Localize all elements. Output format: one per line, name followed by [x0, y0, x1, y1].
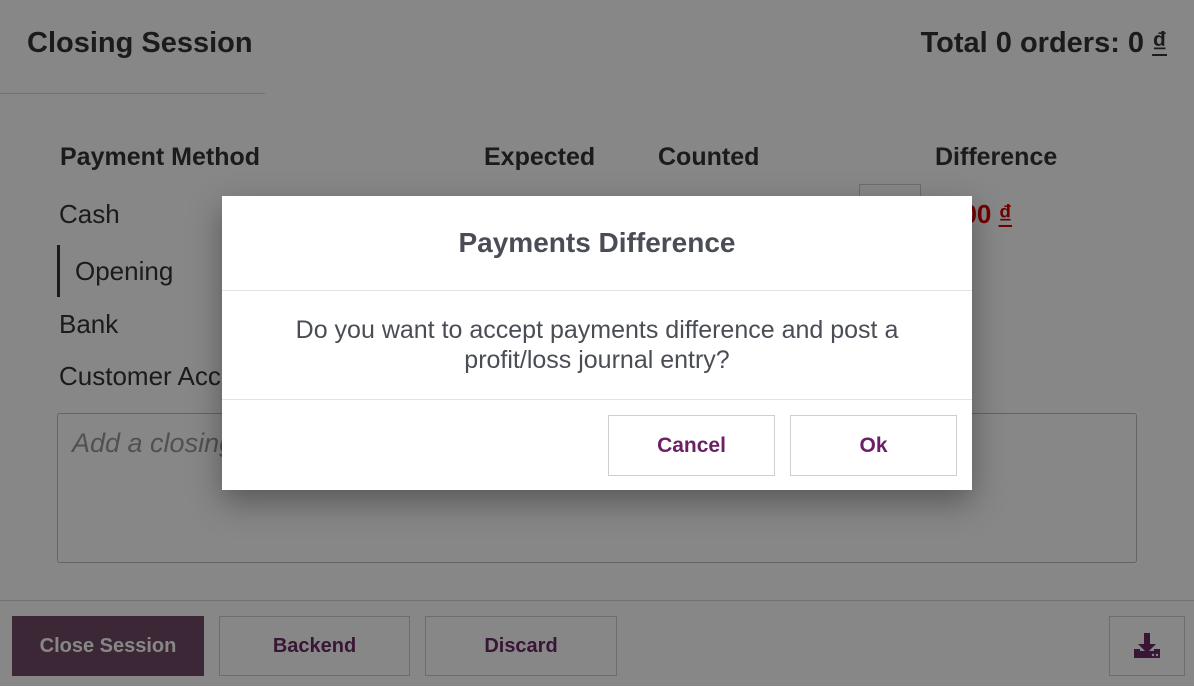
ok-button[interactable]: Ok	[790, 415, 957, 476]
dialog-body: Do you want to accept payments differenc…	[222, 291, 972, 400]
payments-difference-dialog: Payments Difference Do you want to accep…	[222, 196, 972, 490]
cancel-button[interactable]: Cancel	[608, 415, 775, 476]
dialog-title: Payments Difference	[222, 196, 972, 291]
dialog-message: Do you want to accept payments differenc…	[295, 316, 899, 374]
